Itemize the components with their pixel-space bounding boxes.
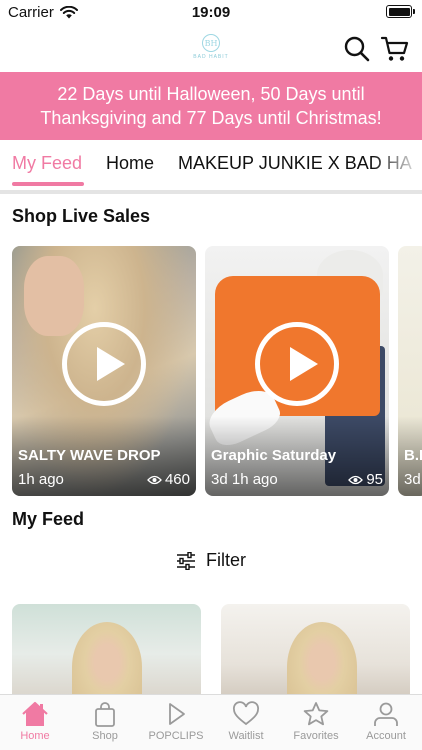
search-icon[interactable] — [342, 34, 372, 64]
feed-post-photo — [72, 622, 142, 704]
live-sale-title: Graphic Saturday — [211, 447, 337, 464]
live-sale-title: B.L — [404, 447, 422, 464]
feed-tabs: My Feed Home MAKEUP JUNKIE X BAD HA — [0, 140, 422, 190]
live-sale-time: 1h ago — [18, 471, 64, 488]
my-feed-title: My Feed — [12, 509, 85, 529]
active-tab-indicator — [12, 182, 84, 186]
logo-text: BAD HABIT — [193, 54, 229, 60]
filter-label: Filter — [206, 550, 246, 570]
bag-icon — [95, 702, 115, 727]
feed-post-card[interactable] — [221, 604, 410, 704]
status-bar: Carrier 19:09 — [0, 0, 422, 26]
nav-waitlist[interactable]: Waitlist — [211, 701, 281, 742]
person-icon — [374, 702, 398, 726]
status-time: 19:09 — [191, 4, 231, 21]
logo-mark: BH — [202, 34, 220, 52]
card-photo-subject — [24, 256, 84, 336]
nav-home-label: Home — [20, 730, 50, 742]
app-header: BH BAD HABIT — [0, 26, 422, 72]
tabs-divider — [0, 190, 422, 194]
countdown-banner: 22 Days until Halloween, 50 Days until T… — [0, 72, 422, 140]
star-icon — [303, 702, 329, 726]
sliders-icon — [177, 551, 195, 570]
cart-icon[interactable] — [380, 34, 410, 64]
view-count-value: 460 — [164, 471, 190, 488]
nav-popclips-label: POPCLIPS — [148, 730, 204, 742]
nav-account-label: Account — [366, 730, 406, 742]
view-count: 95 — [348, 471, 383, 488]
play-button-icon[interactable] — [62, 322, 146, 406]
banner-line-1: 22 Days until Halloween, 50 Days until — [57, 84, 365, 104]
feed-post-card[interactable] — [12, 604, 201, 704]
live-sale-card[interactable]: B.L 3d — [398, 246, 422, 496]
brand-logo[interactable]: BH BAD HABIT — [186, 34, 236, 64]
nav-favorites-label: Favorites — [293, 730, 339, 742]
play-icon — [169, 703, 185, 725]
live-sale-title: SALTY WAVE DROP — [18, 447, 161, 464]
nav-shop-label: Shop — [92, 730, 118, 742]
nav-waitlist-label: Waitlist — [228, 730, 264, 742]
bottom-tab-bar: Home Shop POPCLIPS Waitlist Favorites Ac… — [0, 694, 422, 750]
home-icon — [22, 701, 48, 726]
nav-account[interactable]: Account — [351, 701, 421, 742]
filter-button[interactable]: Filter — [176, 550, 246, 571]
live-sale-card[interactable]: SALTY WAVE DROP 1h ago 460 — [12, 246, 196, 496]
eye-icon — [147, 475, 162, 484]
feed-post-photo — [287, 622, 357, 704]
live-sale-time: 3d 1h ago — [211, 471, 278, 488]
heart-icon — [233, 701, 259, 726]
battery-icon — [386, 5, 415, 18]
nav-home[interactable]: Home — [0, 701, 70, 742]
nav-shop[interactable]: Shop — [70, 701, 140, 742]
eye-icon — [348, 475, 364, 484]
tab-fade — [372, 140, 422, 190]
nav-popclips[interactable]: POPCLIPS — [141, 701, 211, 742]
live-sale-time: 3d — [404, 471, 421, 488]
tab-my-feed[interactable]: My Feed — [12, 153, 82, 174]
play-button-icon[interactable] — [255, 322, 339, 406]
shop-live-title: Shop Live Sales — [12, 206, 151, 226]
nav-favorites[interactable]: Favorites — [281, 701, 351, 742]
tab-home[interactable]: Home — [106, 153, 154, 174]
view-count-value: 95 — [366, 471, 383, 488]
view-count: 460 — [147, 471, 190, 488]
live-sale-card[interactable]: Graphic Saturday 3d 1h ago 95 — [205, 246, 389, 496]
banner-line-2: Thanksgiving and 77 Days until Christmas… — [40, 108, 382, 128]
